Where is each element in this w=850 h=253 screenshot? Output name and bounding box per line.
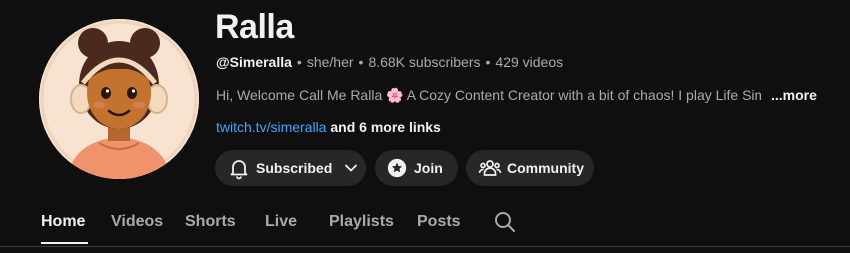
tab-playlists[interactable]: Playlists [329,213,394,231]
channel-description[interactable]: Hi, Welcome Call Me Ralla 🌸 A Cozy Conte… [216,87,761,104]
channel-links: twitch.tv/simeralla and 6 more links [216,119,441,135]
video-count: 429 videos [495,54,564,70]
channel-avatar[interactable] [39,19,199,179]
bell-icon [227,156,251,180]
description-text-end: A Cozy Content Creator with a bit of cha… [406,87,761,103]
flower-emoji: 🌸 [386,87,404,103]
tab-live[interactable]: Live [265,213,297,231]
more-button[interactable]: ...more [771,87,817,103]
tab-videos[interactable]: Videos [111,213,163,231]
tab-shorts[interactable]: Shorts [185,213,236,231]
description-text-start: Hi, Welcome Call Me Ralla [216,87,383,103]
chevron-down-icon [341,158,361,178]
meta-separator: • [358,54,364,70]
subscribed-label: Subscribed [256,160,333,176]
community-button[interactable]: Community [466,150,594,186]
subscribed-button[interactable]: Subscribed [215,150,366,186]
active-tab-underline [41,242,88,244]
subscriber-count: 8.68K subscribers [368,54,481,70]
community-label: Community [507,160,584,176]
search-icon[interactable] [493,210,517,239]
channel-tabs: Home Videos Shorts Live Playlists Posts [0,200,850,247]
channel-handle: @Simeralla [216,54,292,70]
twitch-link[interactable]: twitch.tv/simeralla [216,119,326,135]
join-button[interactable]: Join [375,150,458,186]
community-icon [478,156,502,180]
channel-pronouns: she/her [306,54,354,70]
join-label: Join [414,160,443,176]
channel-meta: @Simeralla • she/her • 8.68K subscribers • 429… [216,54,563,70]
more-links-link[interactable]: and 6 more links [330,119,440,135]
meta-separator: • [296,54,302,70]
channel-name: Ralla [215,8,294,46]
tab-home[interactable]: Home [41,213,85,231]
meta-separator: • [485,54,491,70]
star-icon [386,157,408,179]
tab-posts[interactable]: Posts [417,213,461,231]
